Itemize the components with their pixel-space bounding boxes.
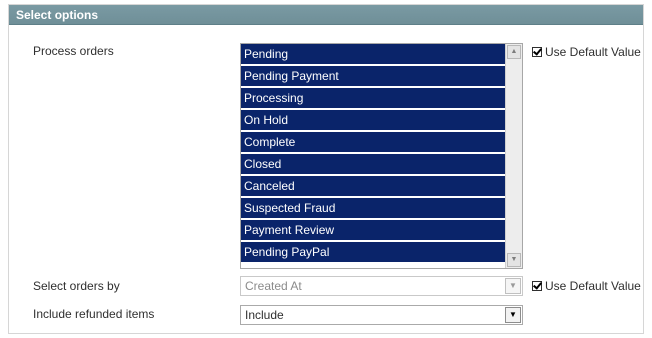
use-default-label: Use Default Value — [545, 45, 641, 59]
checkbox-checked-icon[interactable] — [532, 47, 542, 57]
option-pending[interactable]: Pending — [241, 44, 505, 64]
option-closed[interactable]: Closed — [241, 154, 505, 174]
select-orders-by-default[interactable]: Use Default Value — [532, 279, 641, 293]
chevron-down-icon[interactable]: ▼ — [505, 278, 521, 294]
process-orders-default[interactable]: Use Default Value — [532, 45, 641, 59]
option-canceled[interactable]: Canceled — [241, 176, 505, 196]
option-complete[interactable]: Complete — [241, 132, 505, 152]
chevron-down-icon[interactable]: ▼ — [505, 307, 521, 323]
include-refunded-dropdown[interactable]: Include ▼ — [240, 305, 523, 325]
select-orders-by-label: Select orders by — [33, 279, 120, 293]
option-pending-payment[interactable]: Pending Payment — [241, 66, 505, 86]
option-on-hold[interactable]: On Hold — [241, 110, 505, 130]
option-payment-review[interactable]: Payment Review — [241, 220, 505, 240]
scroll-up-icon[interactable]: ▲ — [507, 45, 521, 59]
select-orders-by-dropdown[interactable]: Created At ▼ — [240, 276, 523, 296]
option-pending-paypal[interactable]: Pending PayPal — [241, 242, 505, 262]
select-options-fieldset: Select options Process orders Pending Pe… — [8, 4, 644, 334]
process-orders-options: Pending Pending Payment Processing On Ho… — [241, 44, 505, 264]
scroll-down-icon[interactable]: ▼ — [507, 253, 521, 267]
include-refunded-value: Include — [245, 308, 284, 322]
process-orders-multiselect[interactable]: Pending Pending Payment Processing On Ho… — [240, 43, 523, 269]
option-suspected-fraud[interactable]: Suspected Fraud — [241, 198, 505, 218]
include-refunded-label: Include refunded items — [33, 307, 155, 321]
select-orders-by-value: Created At — [245, 279, 302, 293]
checkbox-checked-icon[interactable] — [532, 281, 542, 291]
multiselect-scrollbar[interactable]: ▲ ▼ — [505, 44, 522, 268]
option-processing[interactable]: Processing — [241, 88, 505, 108]
use-default-label: Use Default Value — [545, 279, 641, 293]
process-orders-label: Process orders — [33, 44, 114, 58]
section-header: Select options — [9, 5, 643, 25]
